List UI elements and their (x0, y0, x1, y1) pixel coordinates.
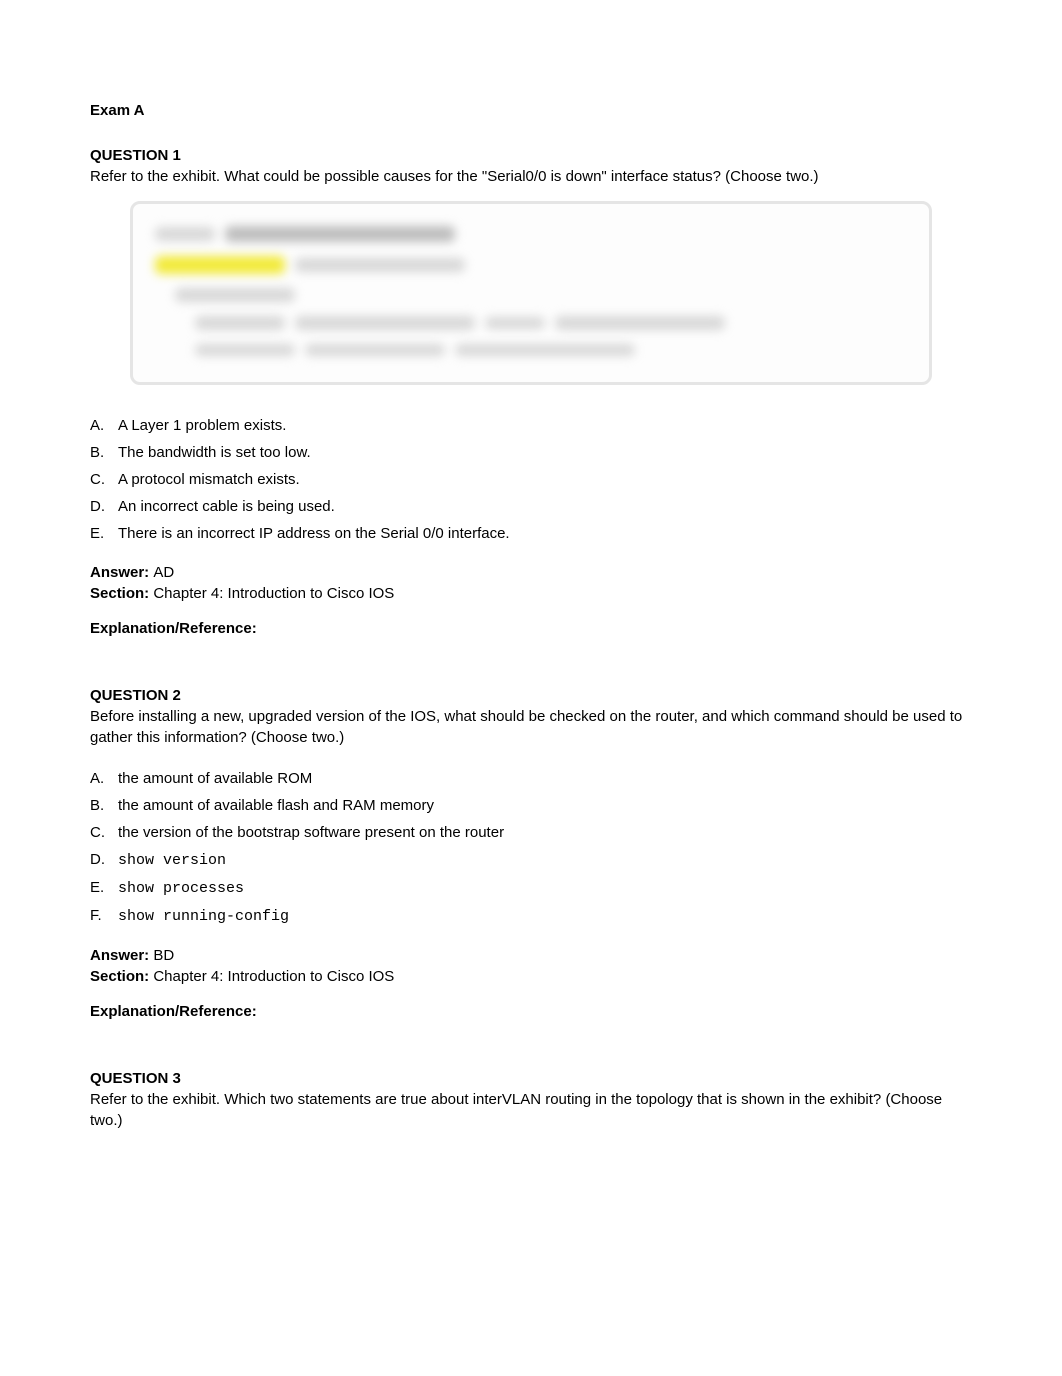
option-text: the amount of available ROM (118, 768, 312, 789)
exhibit-blur-line (295, 258, 465, 272)
exam-title: Exam A (90, 100, 972, 121)
exhibit-blur-line (295, 316, 475, 330)
exhibit-blur-line (175, 288, 295, 302)
option-row: C.A protocol mismatch exists. (90, 469, 972, 490)
answer-label: Answer: (90, 564, 153, 581)
question-2-explain-label: Explanation/Reference: (90, 1001, 972, 1022)
option-text: show running-config (118, 906, 289, 927)
option-row: A.A Layer 1 problem exists. (90, 415, 972, 436)
answer-label: Answer: (90, 947, 153, 964)
option-letter: A. (90, 768, 118, 789)
option-text: The bandwidth is set too low. (118, 442, 311, 463)
option-letter: D. (90, 496, 118, 517)
question-2-answer-block: Answer: BD Section: Chapter 4: Introduct… (90, 945, 972, 987)
option-letter: C. (90, 822, 118, 843)
section-value: Chapter 4: Introduction to Cisco IOS (153, 585, 394, 602)
option-row: C.the version of the bootstrap software … (90, 822, 972, 843)
option-text: A protocol mismatch exists. (118, 469, 300, 490)
question-3-text: Refer to the exhibit. Which two statemen… (90, 1089, 972, 1131)
option-letter: F. (90, 905, 118, 926)
question-1-explain-label: Explanation/Reference: (90, 618, 972, 639)
exhibit-blur-line (225, 226, 455, 242)
section-value: Chapter 4: Introduction to Cisco IOS (153, 968, 394, 985)
section-label: Section: (90, 968, 153, 985)
exhibit-blur-line (195, 316, 285, 330)
exhibit-blur-line (155, 227, 215, 241)
option-row: A.the amount of available ROM (90, 768, 972, 789)
section-label: Section: (90, 585, 153, 602)
option-letter: B. (90, 795, 118, 816)
question-2-text: Before installing a new, upgraded versio… (90, 706, 972, 748)
question-1-exhibit (130, 201, 932, 385)
question-3-title: QUESTION 3 (90, 1068, 972, 1089)
question-1-text: Refer to the exhibit. What could be poss… (90, 166, 972, 187)
exhibit-highlight (155, 256, 285, 274)
option-letter: E. (90, 877, 118, 898)
answer-value: AD (153, 564, 174, 581)
option-text: A Layer 1 problem exists. (118, 415, 286, 436)
exhibit-blur-line (455, 344, 635, 356)
question-2-title: QUESTION 2 (90, 685, 972, 706)
option-row: E.show processes (90, 877, 972, 899)
option-text: show processes (118, 878, 244, 899)
exhibit-blur-line (485, 317, 545, 329)
option-text: show version (118, 850, 226, 871)
option-letter: C. (90, 469, 118, 490)
option-row: F.show running-config (90, 905, 972, 927)
option-letter: D. (90, 849, 118, 870)
option-row: D.show version (90, 849, 972, 871)
option-letter: B. (90, 442, 118, 463)
option-row: E.There is an incorrect IP address on th… (90, 523, 972, 544)
question-1-title: QUESTION 1 (90, 145, 972, 166)
option-text: the amount of available flash and RAM me… (118, 795, 434, 816)
option-row: B.the amount of available flash and RAM … (90, 795, 972, 816)
question-1-answer-block: Answer: AD Section: Chapter 4: Introduct… (90, 562, 972, 604)
option-text: An incorrect cable is being used. (118, 496, 335, 517)
option-letter: A. (90, 415, 118, 436)
exhibit-blur-line (555, 316, 725, 330)
option-row: D.An incorrect cable is being used. (90, 496, 972, 517)
question-2-options: A.the amount of available ROM B.the amou… (90, 768, 972, 927)
answer-value: BD (153, 947, 174, 964)
exhibit-blur-line (305, 344, 445, 356)
option-letter: E. (90, 523, 118, 544)
option-row: B.The bandwidth is set too low. (90, 442, 972, 463)
exhibit-blur-line (195, 344, 295, 356)
question-1-options: A.A Layer 1 problem exists. B.The bandwi… (90, 415, 972, 544)
option-text: the version of the bootstrap software pr… (118, 822, 504, 843)
option-text: There is an incorrect IP address on the … (118, 523, 510, 544)
